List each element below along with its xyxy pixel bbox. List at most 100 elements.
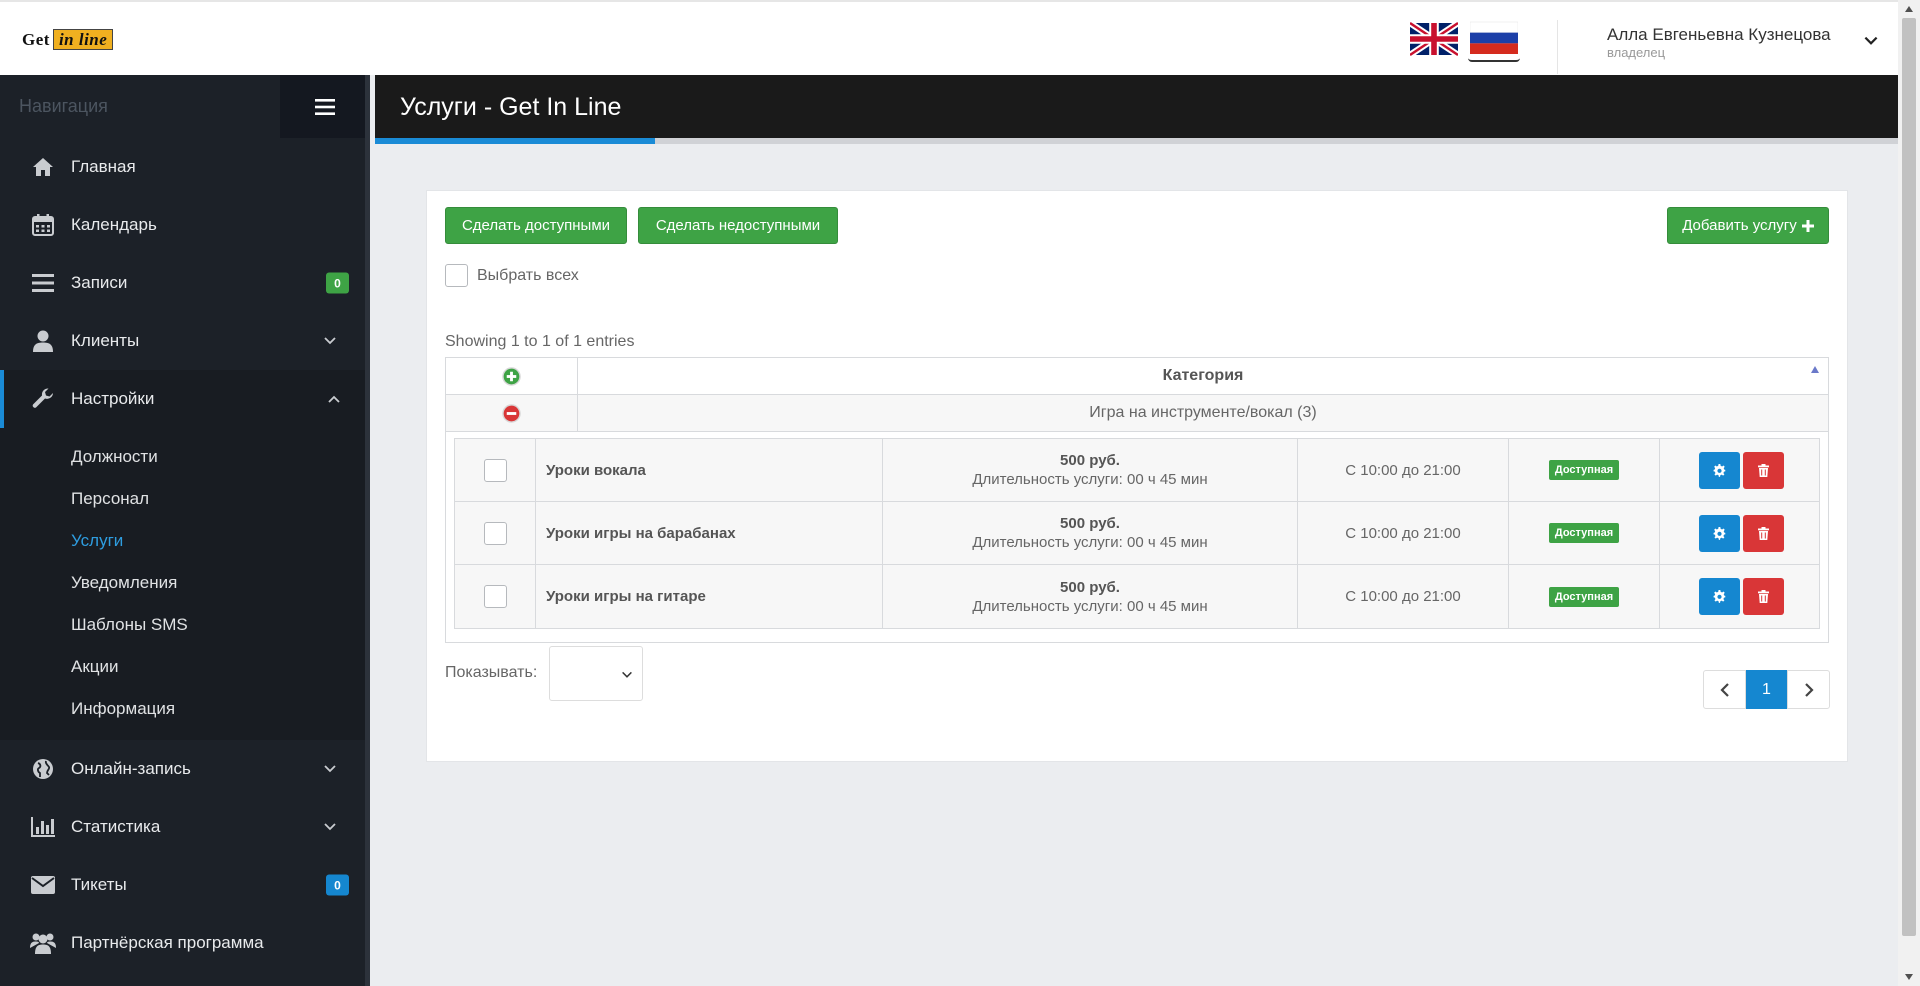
page-header: Услуги - Get In Line xyxy=(375,75,1898,138)
sidebar-item-label: Партнёрская программа xyxy=(71,933,264,952)
page-number-button[interactable]: 1 xyxy=(1746,670,1787,709)
service-duration: Длительность услуги: 00 ч 45 мин xyxy=(972,534,1208,551)
header-divider xyxy=(1557,20,1558,74)
chevron-left-icon xyxy=(1719,682,1729,697)
service-duration: Длительность услуги: 00 ч 45 мин xyxy=(972,471,1208,488)
envelope-icon xyxy=(30,872,56,898)
user-icon xyxy=(30,328,56,354)
sidebar-item-label: Главная xyxy=(71,157,136,176)
sidebar-item-online-booking[interactable]: Онлайн-запись xyxy=(0,740,370,798)
sidebar-item-clients[interactable]: Клиенты xyxy=(0,312,370,370)
chevron-right-icon xyxy=(1804,682,1814,697)
sidebar-item-label: Настройки xyxy=(71,389,155,408)
russian-flag-icon[interactable] xyxy=(1468,16,1520,62)
service-price: 500 руб. xyxy=(1060,515,1120,532)
sidebar-title: Навигация xyxy=(0,75,280,138)
submenu-item-positions[interactable]: Должности xyxy=(0,436,370,478)
chevron-down-icon[interactable] xyxy=(1862,32,1880,50)
scrollbar-thumb[interactable] xyxy=(1902,18,1916,936)
trash-icon xyxy=(1758,463,1769,477)
service-hours: С 10:00 до 21:00 xyxy=(1298,565,1509,628)
sidebar-item-partner-program[interactable]: Партнёрская программа xyxy=(0,914,370,972)
submenu-item-services[interactable]: Услуги xyxy=(0,520,370,562)
sidebar-item-label: Календарь xyxy=(71,215,157,234)
services-list: Уроки вокала 500 руб. Длительность услуги… xyxy=(454,438,1820,629)
trash-icon xyxy=(1758,590,1769,603)
page-size-label: Показывать: xyxy=(445,664,538,681)
pagination: 1 xyxy=(1703,670,1830,709)
chevron-up-icon xyxy=(328,395,340,403)
globe-icon xyxy=(30,756,56,782)
add-service-button[interactable]: Добавить услугу xyxy=(1667,207,1829,244)
home-icon xyxy=(30,154,56,180)
next-page-button[interactable] xyxy=(1787,670,1830,709)
status-badge: Доступная xyxy=(1548,586,1620,607)
tickets-count-badge: 0 xyxy=(326,874,349,896)
hamburger-icon xyxy=(315,98,335,115)
chevron-down-icon xyxy=(622,671,632,678)
logo[interactable]: Get in line xyxy=(22,29,114,50)
sidebar-item-statistics[interactable]: Статистика xyxy=(0,798,370,856)
english-flag-icon[interactable] xyxy=(1408,16,1460,62)
user-name[interactable]: Алла Евгеньевна Кузнецова xyxy=(1607,25,1831,45)
menu-toggle-button[interactable] xyxy=(280,75,370,138)
plus-icon xyxy=(1801,219,1814,232)
scroll-down-icon[interactable] xyxy=(1904,972,1914,982)
category-column-header[interactable]: Категория xyxy=(578,358,1828,394)
submenu-item-staff[interactable]: Персонал xyxy=(0,478,370,520)
collapse-group-icon[interactable] xyxy=(502,403,521,423)
top-header: Get in line Алла Евгеньевна Кузнецова вла… xyxy=(0,0,1898,75)
users-icon xyxy=(30,930,56,956)
delete-service-button[interactable] xyxy=(1743,451,1784,489)
loading-progress-bar xyxy=(375,138,1898,144)
page-size-select[interactable] xyxy=(549,646,643,701)
sidebar-item-tickets[interactable]: Тикеты 0 xyxy=(0,856,370,914)
submenu-item-information[interactable]: Информация xyxy=(0,688,370,730)
user-role: владелец xyxy=(1607,45,1666,60)
records-count-badge: 0 xyxy=(326,272,349,294)
page-title: Услуги - Get In Line xyxy=(400,93,622,121)
bar-chart-icon xyxy=(30,814,56,840)
sidebar-item-label: Статистика xyxy=(71,817,161,836)
row-checkbox[interactable] xyxy=(483,521,507,545)
delete-service-button[interactable] xyxy=(1743,578,1784,615)
service-hours: С 10:00 до 21:00 xyxy=(1298,502,1509,564)
make-available-button[interactable]: Сделать доступными xyxy=(445,207,627,244)
sidebar-item-settings[interactable]: Настройки xyxy=(0,370,370,428)
language-switcher xyxy=(1408,16,1520,62)
submenu-item-notifications[interactable]: Уведомления xyxy=(0,562,370,604)
edit-service-button[interactable] xyxy=(1699,451,1740,489)
settings-submenu: Должности Персонал Услуги Уведомления Ша… xyxy=(0,428,370,740)
table-info: Showing 1 to 1 of 1 entries xyxy=(445,333,635,350)
expand-all-icon[interactable] xyxy=(502,366,521,386)
table-row: Уроки вокала 500 руб. Длительность услуги… xyxy=(455,439,1819,502)
status-badge: Доступная xyxy=(1548,523,1620,543)
sidebar-item-label: Тикеты xyxy=(71,875,127,894)
scroll-up-icon[interactable] xyxy=(1904,4,1914,14)
make-unavailable-button[interactable]: Сделать недоступными xyxy=(638,207,838,244)
delete-service-button[interactable] xyxy=(1743,514,1784,552)
page-scrollbar[interactable] xyxy=(1898,0,1920,986)
select-all-checkbox[interactable] xyxy=(445,264,468,287)
row-checkbox[interactable] xyxy=(483,585,507,608)
sidebar-item-calendar[interactable]: Календарь xyxy=(0,196,370,254)
edit-service-button[interactable] xyxy=(1699,578,1740,615)
chevron-down-icon xyxy=(324,337,336,345)
sidebar-item-home[interactable]: Главная xyxy=(0,138,370,196)
service-name: Уроки вокала xyxy=(536,439,883,501)
chevron-down-icon xyxy=(324,765,336,773)
sort-asc-icon xyxy=(1811,366,1819,373)
services-table: Категория Игра на инструменте/вокал (3) … xyxy=(445,357,1829,643)
status-badge: Доступная xyxy=(1548,460,1620,480)
category-header-label: Категория xyxy=(1162,367,1244,384)
table-row: Уроки игры на барабанах 500 руб. Длительн… xyxy=(455,502,1819,565)
category-group-row[interactable]: Игра на инструменте/вокал (3) xyxy=(446,395,1828,432)
wrench-icon xyxy=(30,386,56,412)
chevron-down-icon xyxy=(324,823,336,831)
submenu-item-promotions[interactable]: Акции xyxy=(0,646,370,688)
prev-page-button[interactable] xyxy=(1703,670,1746,709)
row-checkbox[interactable] xyxy=(483,458,507,482)
edit-service-button[interactable] xyxy=(1699,514,1740,552)
sidebar-item-records[interactable]: Записи 0 xyxy=(0,254,370,312)
submenu-item-sms-templates[interactable]: Шаблоны SMS xyxy=(0,604,370,646)
